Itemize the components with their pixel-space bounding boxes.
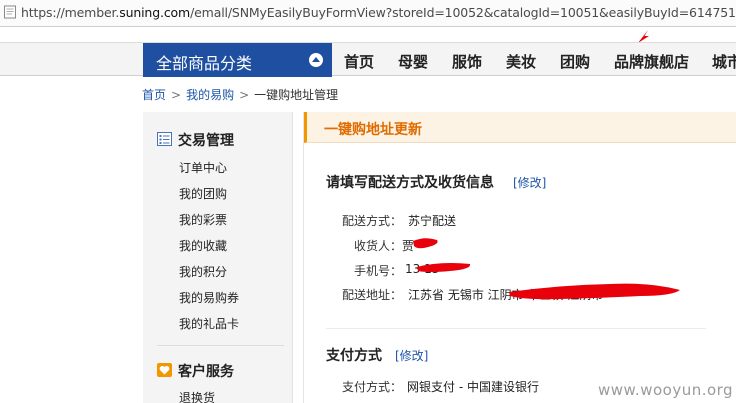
sidebar-item-gift-cards[interactable]: 我的礼品卡 xyxy=(179,315,239,332)
panel-title: 一键购地址更新 xyxy=(324,122,422,138)
section-divider xyxy=(326,328,706,329)
breadcrumb-home-link[interactable]: 首页 xyxy=(142,88,166,102)
main-nav: 全部商品分类 首页 母婴 服饰 美妆 团购 品牌旗舰店 城市 xyxy=(0,42,736,77)
sidebar-item-lottery[interactable]: 我的彩票 xyxy=(179,211,227,228)
delivery-section-title: 请填写配送方式及收货信息 xyxy=(326,175,494,191)
nav-item-brand-stores[interactable]: 品牌旗舰店 xyxy=(614,51,689,72)
page-favicon-icon xyxy=(4,5,16,19)
url-prefix: https://member. xyxy=(21,5,120,20)
browser-address-bar[interactable]: https://member.suning.com/emall/SNMyEasi… xyxy=(0,0,736,27)
phone-label: 手机号： xyxy=(354,264,403,278)
breadcrumb: 首页 > 我的易购 > 一键购地址管理 xyxy=(142,86,338,103)
chevron-right-icon: > xyxy=(171,88,182,102)
phone-value: 13 13 xyxy=(405,262,440,276)
sidebar-item-coupons[interactable]: 我的易购券 xyxy=(179,289,239,306)
sidebar: 交易管理 订单中心 我的团购 我的彩票 我的收藏 我的积分 我的易购券 我的礼品… xyxy=(143,112,293,403)
heart-icon xyxy=(157,363,172,377)
recipient-value: 贾 xyxy=(402,239,415,253)
page-root: https://member.suning.com/emall/SNMyEasi… xyxy=(0,0,736,403)
payment-method-label: 支付方式： xyxy=(342,380,403,394)
address-update-panel: 一键购地址更新 请填写配送方式及收货信息 [修改] 配送方式： 苏宁配送 收货人… xyxy=(303,112,736,403)
chevron-up-icon xyxy=(309,53,323,67)
sidebar-heading-trade-label: 交易管理 xyxy=(178,133,234,149)
list-icon xyxy=(157,132,172,146)
address-value: 江苏省 无锡市 江阴市 华士镇 江阴市 xyxy=(408,288,604,302)
nav-item-group-buy[interactable]: 团购 xyxy=(560,51,590,72)
watermark: www.wooyun.org xyxy=(598,381,734,399)
sidebar-item-returns[interactable]: 退换货 xyxy=(179,389,215,403)
breadcrumb-current: 一键购地址管理 xyxy=(254,88,339,102)
all-categories-button[interactable]: 全部商品分类 xyxy=(143,43,332,77)
sidebar-item-group-buy[interactable]: 我的团购 xyxy=(179,185,227,202)
nav-item-baby[interactable]: 母婴 xyxy=(398,51,428,72)
url-domain: suning.com xyxy=(119,5,191,20)
panel-header: 一键购地址更新 xyxy=(304,112,736,143)
sidebar-item-points[interactable]: 我的积分 xyxy=(179,263,227,280)
sidebar-item-orders[interactable]: 订单中心 xyxy=(179,159,227,176)
nav-item-apparel[interactable]: 服饰 xyxy=(452,51,482,72)
delivery-method-value: 苏宁配送 xyxy=(408,214,457,228)
delivery-edit-link[interactable]: [修改] xyxy=(513,174,546,191)
chevron-right-icon: > xyxy=(239,88,250,102)
all-categories-label: 全部商品分类 xyxy=(156,54,253,73)
nav-item-city[interactable]: 城市 xyxy=(712,51,736,72)
nav-item-beauty[interactable]: 美妆 xyxy=(506,51,536,72)
delivery-method-label: 配送方式： xyxy=(342,214,403,228)
payment-section-title: 支付方式 xyxy=(326,348,382,364)
address-url[interactable]: https://member.suning.com/emall/SNMyEasi… xyxy=(21,5,736,20)
breadcrumb-my-easybuy-link[interactable]: 我的易购 xyxy=(186,88,234,102)
url-path: /emall/SNMyEasilyBuyFormView?storeId=100… xyxy=(190,5,736,20)
nav-item-home[interactable]: 首页 xyxy=(344,51,374,72)
sidebar-item-favorites[interactable]: 我的收藏 xyxy=(179,237,227,254)
sidebar-divider xyxy=(157,345,284,346)
recipient-label: 收货人： xyxy=(354,239,403,253)
address-label: 配送地址： xyxy=(342,288,403,302)
payment-method-value: 网银支付 - 中国建设银行 xyxy=(407,380,539,394)
payment-edit-link[interactable]: [修改] xyxy=(395,347,428,364)
sidebar-heading-service-label: 客户服务 xyxy=(178,364,234,380)
